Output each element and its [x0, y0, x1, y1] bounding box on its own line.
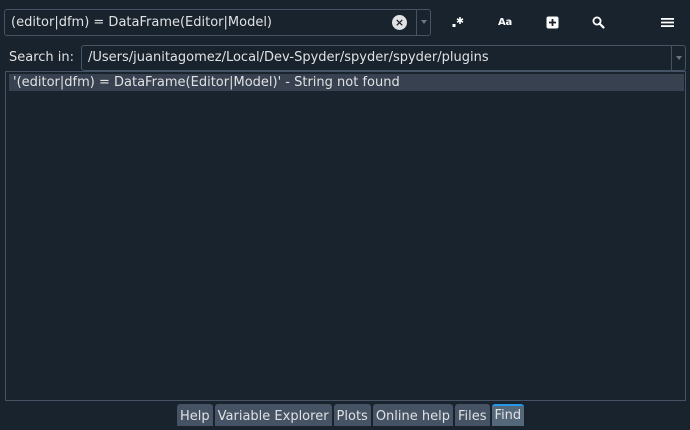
tab-variable-explorer[interactable]: Variable Explorer — [214, 404, 332, 426]
results-list[interactable]: '(editor|dfm) = DataFrame(Editor|Model)'… — [5, 71, 686, 401]
combo-divider — [671, 46, 672, 70]
tab-find[interactable]: Find — [491, 404, 525, 426]
search-text-input[interactable] — [5, 10, 389, 35]
plus-square-icon — [546, 16, 558, 28]
search-text-combo[interactable]: × — [4, 9, 431, 36]
search-in-path-combo[interactable]: /Users/juanitagomez/Local/Dev-Spyder/spy… — [81, 45, 686, 71]
clear-search-button[interactable]: × — [392, 15, 407, 30]
plugin-tab-bar: Help Variable Explorer Plots Online help… — [177, 404, 526, 426]
clear-icon: × — [394, 16, 405, 29]
tab-files[interactable]: Files — [455, 404, 490, 426]
dropdown-arrow-icon[interactable] — [676, 56, 682, 60]
case-sensitive-button[interactable]: Aa — [493, 10, 517, 34]
result-item[interactable]: '(editor|dfm) = DataFrame(Editor|Model)'… — [9, 74, 684, 91]
tab-help[interactable]: Help — [177, 404, 213, 426]
add-search-button[interactable] — [540, 10, 564, 34]
case-sensitive-icon: Aa — [498, 16, 512, 28]
regex-toggle-button[interactable] — [446, 10, 470, 34]
search-in-path-value: /Users/juanitagomez/Local/Dev-Spyder/spy… — [88, 50, 489, 65]
tab-online-help[interactable]: Online help — [372, 404, 453, 426]
magnifier-icon — [592, 16, 605, 29]
combo-divider — [416, 10, 417, 35]
find-pane: × Aa Searc — [0, 0, 690, 430]
find-button[interactable] — [586, 10, 610, 34]
hamburger-menu-icon — [660, 17, 674, 27]
tab-plots[interactable]: Plots — [333, 404, 371, 426]
dropdown-arrow-icon[interactable] — [421, 20, 427, 24]
options-menu-button[interactable] — [655, 10, 679, 34]
regex-icon — [452, 17, 464, 27]
search-in-label: Search in: — [9, 50, 75, 65]
